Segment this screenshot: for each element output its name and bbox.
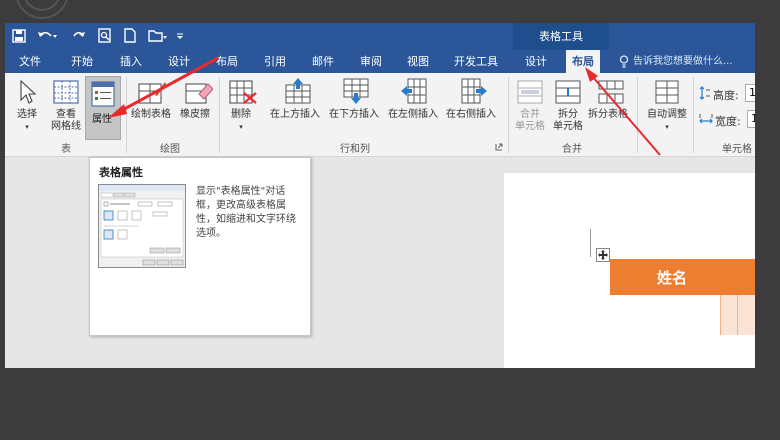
- annotation-arrows: [108, 56, 661, 156]
- arrow-to-layout-tab-icon: [585, 67, 661, 156]
- arrow-to-properties-icon: [108, 56, 219, 118]
